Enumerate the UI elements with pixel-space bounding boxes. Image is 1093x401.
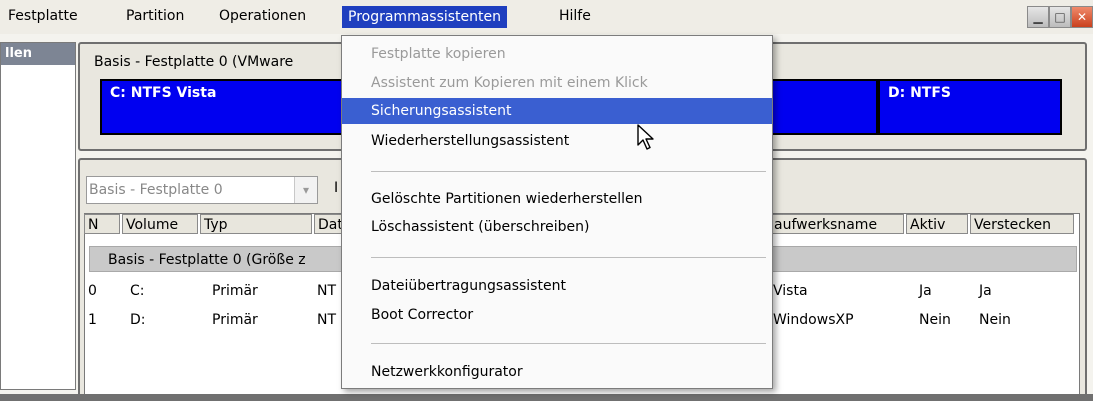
menu-item-sicherungsassistent[interactable]: Sicherungsassistent	[342, 98, 772, 124]
row0-dat: NT	[317, 283, 337, 299]
maximize-button[interactable]: □	[1049, 6, 1071, 28]
disk-map-title: Basis - Festplatte 0 (VMware	[94, 54, 294, 70]
row1-dat: NT	[317, 312, 337, 328]
menu-separator	[371, 171, 766, 172]
menu-item-festplatte-kopieren[interactable]: Festplatte kopieren	[342, 41, 772, 67]
disk-selector-value: Basis - Festplatte 0	[89, 182, 223, 198]
menu-separator	[371, 343, 766, 344]
column-header-n[interactable]: N	[84, 214, 120, 234]
column-header-dat[interactable]: Dat	[314, 214, 344, 234]
column-header-typ[interactable]: Typ	[200, 214, 312, 234]
partition-d-label: D: NTFS	[888, 85, 952, 101]
menu-item-loeschassistent[interactable]: Löschassistent (überschreiben)	[342, 214, 772, 240]
row0-name: Vista	[773, 283, 808, 299]
partition-c-label: C: NTFS Vista	[110, 85, 217, 101]
row0-versteckt: Ja	[979, 283, 992, 299]
left-panel: llen	[0, 42, 76, 390]
menu-bar: Festplatte Partition Operationen Program…	[0, 0, 1093, 34]
column-header-laufwerksname[interactable]: aufwerksname	[770, 214, 904, 234]
row1-name: WindowsXP	[773, 312, 854, 328]
menu-separator	[371, 257, 766, 258]
row0-n: 0	[88, 283, 97, 299]
row0-typ: Primär	[212, 283, 258, 299]
window-bottom-edge	[0, 394, 1093, 401]
programmassistenten-menu: Festplatte kopieren Assistent zum Kopier…	[341, 35, 773, 389]
left-panel-header: llen	[1, 43, 75, 65]
minimize-button[interactable]: ▁	[1027, 6, 1049, 28]
window-controls: ▁ □ ✕	[1025, 6, 1093, 28]
menu-hilfe[interactable]: Hilfe	[559, 8, 591, 24]
column-header-aktiv[interactable]: Aktiv	[906, 214, 968, 234]
row0-volume[interactable]: C:	[130, 283, 145, 299]
menu-partition[interactable]: Partition	[126, 8, 184, 24]
menu-item-netzwerkkonfigurator[interactable]: Netzwerkkonfigurator	[342, 359, 772, 385]
row0-aktiv: Ja	[919, 283, 932, 299]
column-header-verstecken[interactable]: Verstecken	[970, 214, 1074, 234]
row1-aktiv: Nein	[919, 312, 951, 328]
partition-middle-block[interactable]	[770, 79, 878, 135]
row1-n: 1	[88, 312, 97, 328]
menu-item-wiederherstellungsassistent[interactable]: Wiederherstellungsassistent	[342, 128, 772, 154]
chevron-down-icon[interactable]: ▾	[294, 177, 317, 203]
row1-typ: Primär	[212, 312, 258, 328]
column-header-volume[interactable]: Volume	[122, 214, 198, 234]
partition-c-block[interactable]: C: NTFS Vista	[100, 79, 344, 135]
row1-volume[interactable]: D:	[130, 312, 146, 328]
disk-selector[interactable]: Basis - Festplatte 0 ▾	[86, 176, 318, 204]
partition-d-block[interactable]: D: NTFS	[878, 79, 1062, 135]
menu-item-dateiuebertragungsassistent[interactable]: Dateiübertragungsassistent	[342, 273, 772, 299]
list-label-fragment: I	[334, 180, 339, 196]
row1-versteckt: Nein	[979, 312, 1011, 328]
close-button[interactable]: ✕	[1071, 6, 1093, 28]
menu-item-partitionen-wiederherstellen[interactable]: Gelöschte Partitionen wiederherstellen	[342, 186, 772, 212]
menu-festplatte[interactable]: Festplatte	[8, 8, 78, 24]
menu-item-boot-corrector[interactable]: Boot Corrector	[342, 302, 772, 328]
menu-operationen[interactable]: Operationen	[219, 8, 306, 24]
menu-item-kopieren-ein-klick[interactable]: Assistent zum Kopieren mit einem Klick	[342, 70, 772, 96]
menu-programmassistenten[interactable]: Programmassistenten	[342, 6, 508, 28]
mouse-cursor-icon	[637, 124, 654, 150]
